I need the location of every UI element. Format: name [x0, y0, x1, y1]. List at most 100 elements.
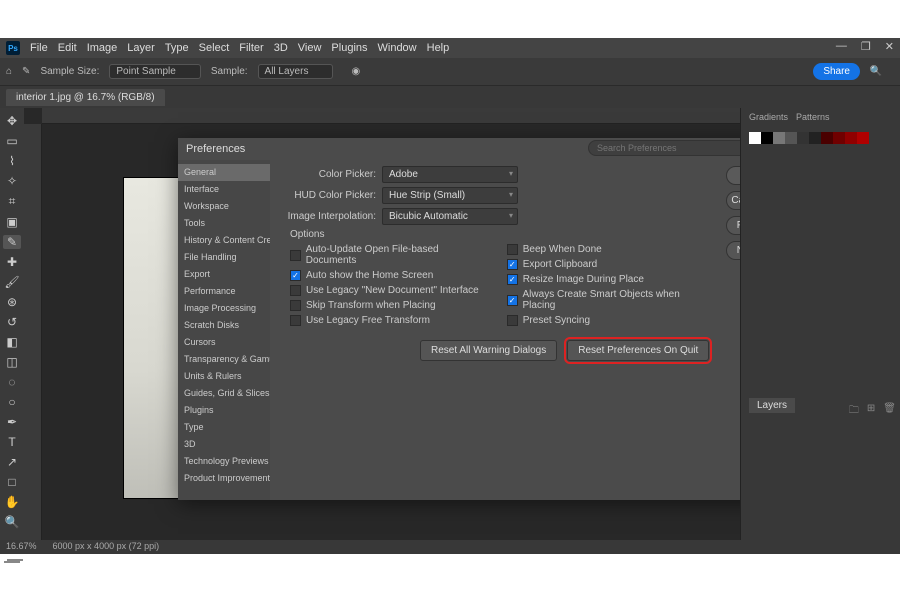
menu-window[interactable]: Window [378, 42, 417, 54]
gradient-tool-icon[interactable]: ◫ [3, 355, 21, 369]
swatches-row[interactable] [749, 132, 892, 146]
trash-icon[interactable]: 🗑 [883, 403, 896, 420]
swatch[interactable] [797, 132, 809, 144]
sample-size-dropdown[interactable]: Point Sample [109, 64, 200, 79]
zoom-level[interactable]: 16.67% [6, 541, 37, 553]
menu-view[interactable]: View [298, 42, 322, 54]
shape-tool-icon[interactable]: □ [3, 475, 21, 489]
new-icon[interactable]: ⊞ [867, 403, 875, 420]
history-brush-icon[interactable]: ↺ [3, 315, 21, 329]
category-cursors[interactable]: Cursors [178, 334, 270, 351]
tab-gradients[interactable]: Gradients [749, 112, 788, 122]
hud-picker-dropdown[interactable]: Hue Strip (Small) [382, 187, 518, 204]
checkbox-option[interactable]: Auto-Update Open File-based Documents [290, 244, 487, 266]
swatch[interactable] [833, 132, 845, 144]
type-tool-icon[interactable]: T [3, 435, 21, 449]
menu-help[interactable]: Help [427, 42, 450, 54]
hand-tool-icon[interactable]: ✋ [3, 495, 21, 509]
category-general[interactable]: General [178, 164, 270, 181]
category-tech-previews[interactable]: Technology Previews [178, 453, 270, 470]
category-tools[interactable]: Tools [178, 215, 270, 232]
crop-tool-icon[interactable]: ⌗ [3, 194, 21, 209]
swatch[interactable] [821, 132, 833, 144]
foreground-color[interactable] [4, 561, 20, 563]
eyedropper-icon[interactable]: ✎ [22, 66, 30, 77]
tab-patterns[interactable]: Patterns [796, 112, 830, 122]
preferences-search-input[interactable] [588, 140, 740, 156]
category-interface[interactable]: Interface [178, 181, 270, 198]
tab-layers[interactable]: Layers [749, 398, 795, 413]
menu-type[interactable]: Type [165, 42, 189, 54]
folder-icon[interactable]: 🗀 [849, 403, 859, 420]
lasso-tool-icon[interactable]: ⌇ [3, 154, 21, 168]
interpolation-dropdown[interactable]: Bicubic Automatic [382, 208, 518, 225]
reset-preferences-on-quit-button[interactable]: Reset Preferences On Quit [567, 340, 709, 361]
eyedropper-tool-icon[interactable]: ✎ [3, 235, 21, 249]
background-color[interactable] [7, 559, 23, 561]
menu-image[interactable]: Image [87, 42, 118, 54]
menu-3d[interactable]: 3D [274, 42, 288, 54]
menu-layer[interactable]: Layer [127, 42, 155, 54]
checkbox-option[interactable]: ✓Resize Image During Place [507, 274, 710, 285]
swatch[interactable] [845, 132, 857, 144]
sample-dropdown[interactable]: All Layers [258, 64, 334, 79]
swatch[interactable] [785, 132, 797, 144]
menu-filter[interactable]: Filter [239, 42, 263, 54]
dodge-tool-icon[interactable]: ○ [3, 395, 21, 409]
document-tab[interactable]: interior 1.jpg @ 16.7% (RGB/8) [6, 89, 165, 106]
prev-button[interactable]: Prev [726, 216, 740, 235]
eraser-tool-icon[interactable]: ◧ [3, 335, 21, 349]
sample-ring-icon[interactable]: ◉ [351, 66, 360, 77]
checkbox-option[interactable]: Skip Transform when Placing [290, 300, 487, 311]
checkbox-option[interactable]: ✓Export Clipboard [507, 259, 710, 270]
swatch[interactable] [809, 132, 821, 144]
share-button[interactable]: Share [813, 63, 860, 80]
checkbox-option[interactable]: Use Legacy "New Document" Interface [290, 285, 487, 296]
home-icon[interactable]: ⌂ [6, 66, 12, 77]
category-image-processing[interactable]: Image Processing [178, 300, 270, 317]
stamp-tool-icon[interactable]: ⊛ [3, 295, 21, 309]
menu-plugins[interactable]: Plugins [331, 42, 367, 54]
marquee-tool-icon[interactable]: ▭ [3, 134, 21, 148]
wand-tool-icon[interactable]: ✧ [3, 174, 21, 188]
path-tool-icon[interactable]: ↗ [3, 455, 21, 469]
category-transparency[interactable]: Transparency & Gamut [178, 351, 270, 368]
category-product-improvement[interactable]: Product Improvement [178, 470, 270, 487]
checkbox-option[interactable]: Use Legacy Free Transform [290, 315, 487, 326]
cancel-button[interactable]: Cancel [726, 191, 740, 210]
category-units[interactable]: Units & Rulers [178, 368, 270, 385]
category-workspace[interactable]: Workspace [178, 198, 270, 215]
close-window-button[interactable]: ✕ [885, 40, 894, 53]
category-guides[interactable]: Guides, Grid & Slices [178, 385, 270, 402]
category-type[interactable]: Type [178, 419, 270, 436]
zoom-tool-icon[interactable]: 🔍 [3, 515, 21, 529]
checkbox-option[interactable]: Preset Syncing [507, 315, 710, 326]
minimize-button[interactable]: — [836, 40, 847, 53]
maximize-button[interactable]: ❐ [861, 40, 871, 53]
category-history[interactable]: History & Content Credentials [178, 232, 270, 249]
blur-tool-icon[interactable]: ◌ [3, 375, 21, 389]
category-file-handling[interactable]: File Handling [178, 249, 270, 266]
category-scratch-disks[interactable]: Scratch Disks [178, 317, 270, 334]
reset-warning-dialogs-button[interactable]: Reset All Warning Dialogs [420, 340, 557, 361]
pen-tool-icon[interactable]: ✒ [3, 415, 21, 429]
swatch[interactable] [761, 132, 773, 144]
menu-edit[interactable]: Edit [58, 42, 77, 54]
move-tool-icon[interactable]: ✥ [3, 114, 21, 128]
checkbox-option[interactable]: Beep When Done [507, 244, 710, 255]
menu-select[interactable]: Select [199, 42, 230, 54]
frame-tool-icon[interactable]: ▣ [3, 215, 21, 229]
checkbox-option[interactable]: ✓Auto show the Home Screen [290, 270, 487, 281]
checkbox-option[interactable]: ✓Always Create Smart Objects when Placin… [507, 289, 710, 311]
brush-tool-icon[interactable]: 🖌 [3, 275, 21, 289]
heal-tool-icon[interactable]: ✚ [3, 255, 21, 269]
category-performance[interactable]: Performance [178, 283, 270, 300]
swatch[interactable] [773, 132, 785, 144]
search-icon[interactable]: 🔍 [870, 66, 882, 77]
category-3d[interactable]: 3D [178, 436, 270, 453]
category-plugins[interactable]: Plugins [178, 402, 270, 419]
swatch[interactable] [749, 132, 761, 144]
menu-file[interactable]: File [30, 42, 48, 54]
next-button[interactable]: Next [726, 241, 740, 260]
category-export[interactable]: Export [178, 266, 270, 283]
